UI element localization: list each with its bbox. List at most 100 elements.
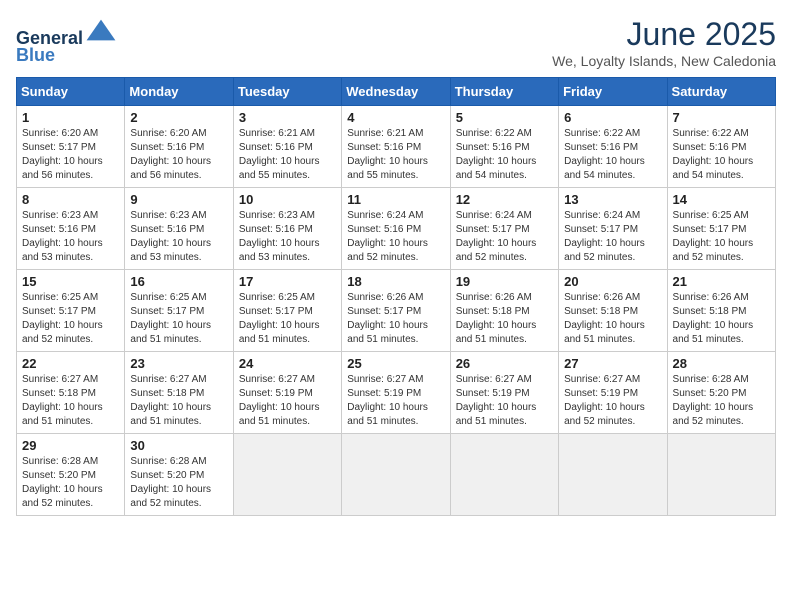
calendar-cell: 17 Sunrise: 6:25 AMSunset: 5:17 PMDayligh…: [233, 270, 341, 352]
calendar-cell: 21 Sunrise: 6:26 AMSunset: 5:18 PMDayligh…: [667, 270, 775, 352]
title-section: June 2025 We, Loyalty Islands, New Caled…: [552, 16, 776, 69]
calendar-cell: 25 Sunrise: 6:27 AMSunset: 5:19 PMDayligh…: [342, 352, 450, 434]
calendar-cell: 15 Sunrise: 6:25 AMSunset: 5:17 PMDayligh…: [17, 270, 125, 352]
day-info: Sunrise: 6:20 AMSunset: 5:16 PMDaylight:…: [130, 128, 211, 181]
calendar-cell: 24 Sunrise: 6:27 AMSunset: 5:19 PMDayligh…: [233, 352, 341, 434]
day-info: Sunrise: 6:25 AMSunset: 5:17 PMDaylight:…: [239, 292, 320, 345]
header-thursday: Thursday: [450, 78, 558, 106]
day-number: 15: [22, 274, 119, 289]
calendar-cell: 12 Sunrise: 6:24 AMSunset: 5:17 PMDayligh…: [450, 188, 558, 270]
calendar-cell: 11Sunrise: 6:24 AMSunset: 5:16 PMDayligh…: [342, 188, 450, 270]
day-number: 26: [456, 356, 553, 371]
day-number: 23: [130, 356, 227, 371]
calendar-cell: [450, 434, 558, 516]
day-number: 30: [130, 438, 227, 453]
day-number: 27: [564, 356, 661, 371]
calendar-cell: [233, 434, 341, 516]
day-number: 28: [673, 356, 770, 371]
day-number: 9: [130, 192, 227, 207]
calendar-cell: 3 Sunrise: 6:21 AMSunset: 5:16 PMDaylight…: [233, 106, 341, 188]
calendar-cell: 28 Sunrise: 6:28 AMSunset: 5:20 PMDayligh…: [667, 352, 775, 434]
calendar-cell: 27 Sunrise: 6:27 AMSunset: 5:19 PMDayligh…: [559, 352, 667, 434]
header-tuesday: Tuesday: [233, 78, 341, 106]
day-info: Sunrise: 6:25 AMSunset: 5:17 PMDaylight:…: [673, 210, 754, 263]
day-number: 17: [239, 274, 336, 289]
day-number: 19: [456, 274, 553, 289]
day-number: 21: [673, 274, 770, 289]
day-number: 4: [347, 110, 444, 125]
calendar-cell: [667, 434, 775, 516]
day-info: Sunrise: 6:20 AMSunset: 5:17 PMDaylight:…: [22, 128, 103, 181]
day-info: Sunrise: 6:26 AMSunset: 5:17 PMDaylight:…: [347, 292, 428, 345]
day-info: Sunrise: 6:21 AMSunset: 5:16 PMDaylight:…: [239, 128, 320, 181]
calendar-cell: 13 Sunrise: 6:24 AMSunset: 5:17 PMDayligh…: [559, 188, 667, 270]
day-number: 11: [347, 192, 444, 207]
calendar-cell: 30 Sunrise: 6:28 AMSunset: 5:20 PMDayligh…: [125, 434, 233, 516]
calendar-cell: 26 Sunrise: 6:27 AMSunset: 5:19 PMDayligh…: [450, 352, 558, 434]
day-info: Sunrise: 6:27 AMSunset: 5:19 PMDaylight:…: [564, 374, 645, 427]
day-number: 2: [130, 110, 227, 125]
day-info: Sunrise: 6:21 AMSunset: 5:16 PMDaylight:…: [347, 128, 428, 181]
calendar-cell: 20 Sunrise: 6:26 AMSunset: 5:18 PMDayligh…: [559, 270, 667, 352]
day-number: 1: [22, 110, 119, 125]
day-info: Sunrise: 6:27 AMSunset: 5:19 PMDaylight:…: [239, 374, 320, 427]
month-title: June 2025: [552, 16, 776, 53]
calendar-cell: 2 Sunrise: 6:20 AMSunset: 5:16 PMDaylight…: [125, 106, 233, 188]
calendar-cell: 7 Sunrise: 6:22 AMSunset: 5:16 PMDaylight…: [667, 106, 775, 188]
day-number: 14: [673, 192, 770, 207]
day-number: 29: [22, 438, 119, 453]
day-info: Sunrise: 6:28 AMSunset: 5:20 PMDaylight:…: [673, 374, 754, 427]
day-info: Sunrise: 6:23 AMSunset: 5:16 PMDaylight:…: [130, 210, 211, 263]
header-wednesday: Wednesday: [342, 78, 450, 106]
header-friday: Friday: [559, 78, 667, 106]
day-number: 13: [564, 192, 661, 207]
calendar-cell: 6Sunrise: 6:22 AMSunset: 5:16 PMDaylight…: [559, 106, 667, 188]
day-info: Sunrise: 6:26 AMSunset: 5:18 PMDaylight:…: [456, 292, 537, 345]
day-number: 20: [564, 274, 661, 289]
day-number: 18: [347, 274, 444, 289]
day-info: Sunrise: 6:24 AMSunset: 5:17 PMDaylight:…: [456, 210, 537, 263]
day-info: Sunrise: 6:24 AMSunset: 5:17 PMDaylight:…: [564, 210, 645, 263]
day-info: Sunrise: 6:26 AMSunset: 5:18 PMDaylight:…: [564, 292, 645, 345]
day-number: 12: [456, 192, 553, 207]
calendar-cell: 19 Sunrise: 6:26 AMSunset: 5:18 PMDayligh…: [450, 270, 558, 352]
day-info: Sunrise: 6:28 AMSunset: 5:20 PMDaylight:…: [22, 456, 103, 509]
day-info: Sunrise: 6:23 AMSunset: 5:16 PMDaylight:…: [22, 210, 103, 263]
day-number: 8: [22, 192, 119, 207]
day-number: 22: [22, 356, 119, 371]
day-number: 25: [347, 356, 444, 371]
day-info: Sunrise: 6:27 AMSunset: 5:18 PMDaylight:…: [22, 374, 103, 427]
calendar-cell: 10 Sunrise: 6:23 AMSunset: 5:16 PMDayligh…: [233, 188, 341, 270]
day-info: Sunrise: 6:23 AMSunset: 5:16 PMDaylight:…: [239, 210, 320, 263]
calendar-cell: 23 Sunrise: 6:27 AMSunset: 5:18 PMDayligh…: [125, 352, 233, 434]
logo: General Blue: [16, 16, 117, 66]
calendar-cell: 8 Sunrise: 6:23 AMSunset: 5:16 PMDaylight…: [17, 188, 125, 270]
calendar-cell: 14 Sunrise: 6:25 AMSunset: 5:17 PMDayligh…: [667, 188, 775, 270]
header: General Blue June 2025 We, Loyalty Islan…: [16, 16, 776, 69]
day-info: Sunrise: 6:26 AMSunset: 5:18 PMDaylight:…: [673, 292, 754, 345]
day-info: Sunrise: 6:27 AMSunset: 5:19 PMDaylight:…: [456, 374, 537, 427]
calendar-cell: [342, 434, 450, 516]
calendar-cell: 5 Sunrise: 6:22 AMSunset: 5:16 PMDaylight…: [450, 106, 558, 188]
day-info: Sunrise: 6:22 AMSunset: 5:16 PMDaylight:…: [564, 128, 645, 181]
day-info: Sunrise: 6:27 AMSunset: 5:18 PMDaylight:…: [130, 374, 211, 427]
logo-blue: Blue: [16, 45, 55, 66]
calendar-cell: 18 Sunrise: 6:26 AMSunset: 5:17 PMDayligh…: [342, 270, 450, 352]
day-number: 10: [239, 192, 336, 207]
calendar-cell: 9 Sunrise: 6:23 AMSunset: 5:16 PMDaylight…: [125, 188, 233, 270]
calendar-cell: 1 Sunrise: 6:20 AMSunset: 5:17 PMDaylight…: [17, 106, 125, 188]
header-monday: Monday: [125, 78, 233, 106]
day-info: Sunrise: 6:22 AMSunset: 5:16 PMDaylight:…: [673, 128, 754, 181]
header-saturday: Saturday: [667, 78, 775, 106]
day-info: Sunrise: 6:28 AMSunset: 5:20 PMDaylight:…: [130, 456, 211, 509]
day-number: 5: [456, 110, 553, 125]
day-number: 24: [239, 356, 336, 371]
day-info: Sunrise: 6:22 AMSunset: 5:16 PMDaylight:…: [456, 128, 537, 181]
calendar-cell: 29 Sunrise: 6:28 AMSunset: 5:20 PMDayligh…: [17, 434, 125, 516]
day-info: Sunrise: 6:25 AMSunset: 5:17 PMDaylight:…: [130, 292, 211, 345]
day-info: Sunrise: 6:27 AMSunset: 5:19 PMDaylight:…: [347, 374, 428, 427]
day-number: 3: [239, 110, 336, 125]
calendar-table: Sunday Monday Tuesday Wednesday Thursday…: [16, 77, 776, 516]
day-number: 7: [673, 110, 770, 125]
day-info: Sunrise: 6:25 AMSunset: 5:17 PMDaylight:…: [22, 292, 103, 345]
